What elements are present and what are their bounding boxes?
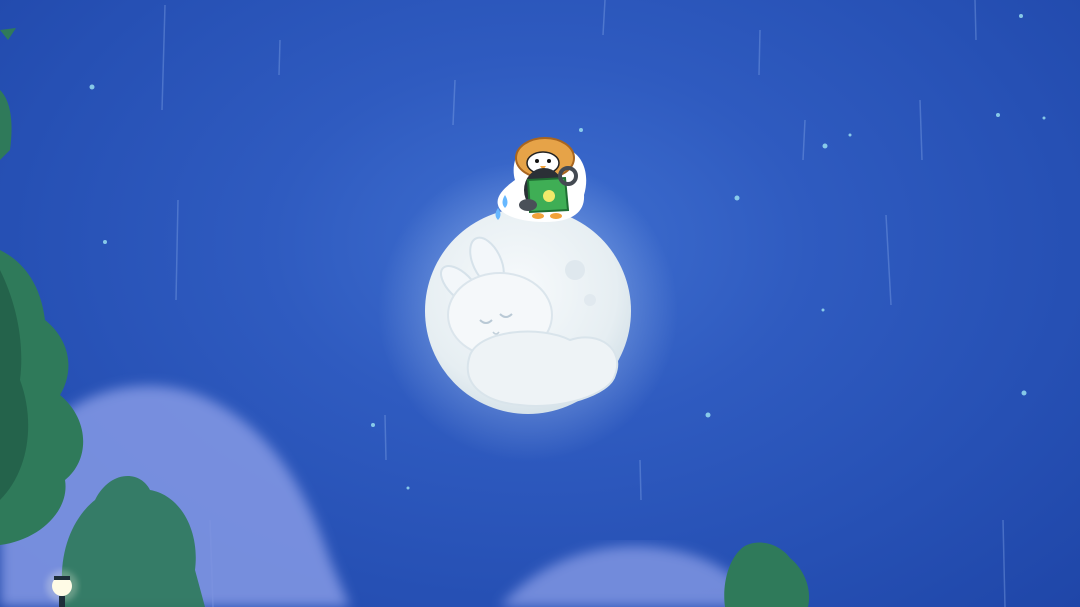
moon-with-sleeping-bunny-icon (425, 208, 631, 414)
night-sky-scene (0, 0, 1080, 607)
tree-left-edge (0, 28, 84, 545)
scene-svg (0, 0, 1046, 607)
tree-bottom-center (724, 542, 810, 607)
